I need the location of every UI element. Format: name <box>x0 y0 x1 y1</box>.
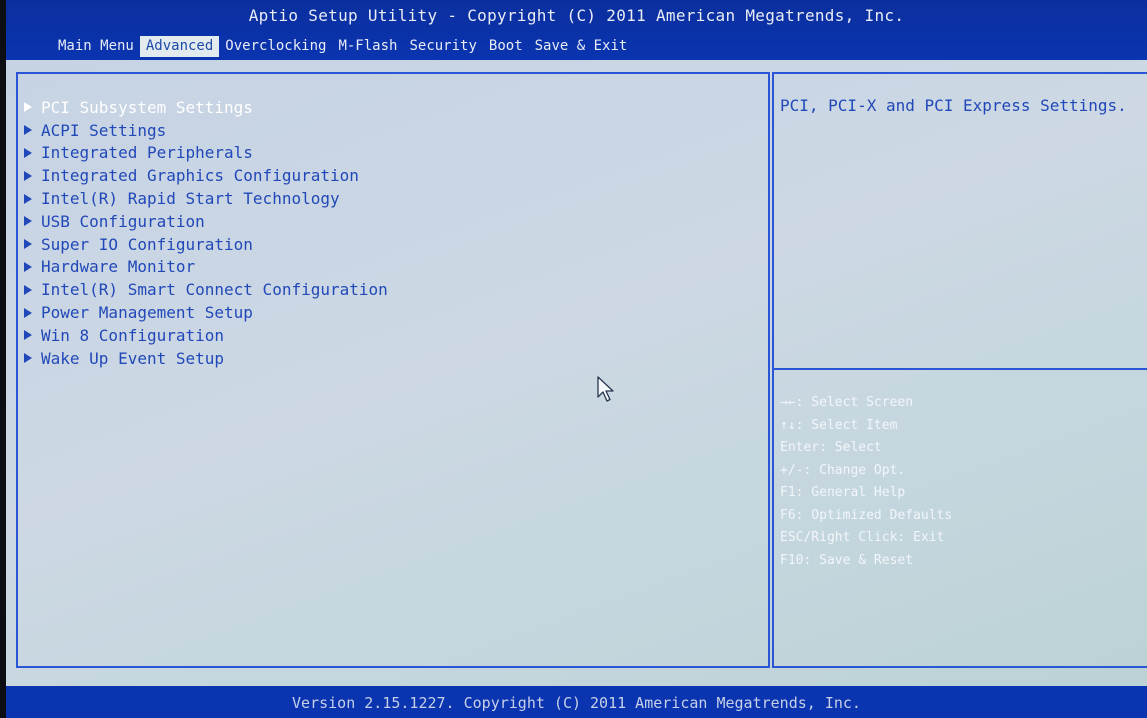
submenu-arrow-icon <box>24 147 32 158</box>
tab-m-flash[interactable]: M-Flash <box>332 36 403 57</box>
submenu-arrow-icon <box>24 125 32 136</box>
key-hint-save-reset: F10: Save & Reset <box>780 552 914 568</box>
menu-item-usb-configuration[interactable]: USB Configuration <box>24 210 388 233</box>
submenu-arrow-icon <box>24 216 32 227</box>
help-divider <box>774 368 1147 370</box>
submenu-arrow-icon <box>24 193 32 204</box>
key-hint-select-item: ↑↓: Select Item <box>780 417 898 433</box>
menu-item-rapid-start[interactable]: Intel(R) Rapid Start Technology <box>24 187 388 210</box>
menu-item-win8-configuration[interactable]: Win 8 Configuration <box>24 324 388 347</box>
tab-advanced[interactable]: Advanced <box>139 36 220 57</box>
mouse-pointer-icon <box>597 376 614 402</box>
tab-main-menu[interactable]: Main Menu <box>52 36 140 57</box>
menu-item-label: Wake Up Event Setup <box>41 348 225 368</box>
submenu-arrow-icon <box>24 353 32 364</box>
bios-screen: Aptio Setup Utility - Copyright (C) 2011… <box>0 0 1147 718</box>
menu-item-label: Intel(R) Rapid Start Technology <box>41 189 340 209</box>
menu-item-integrated-graphics[interactable]: Integrated Graphics Configuration <box>24 164 388 187</box>
footer-bar: Version 2.15.1227. Copyright (C) 2011 Am… <box>6 686 1147 718</box>
key-hint-optimized-defaults: F6: Optimized Defaults <box>780 507 953 523</box>
submenu-arrow-icon <box>24 170 32 181</box>
menu-item-label: Power Management Setup <box>41 303 253 323</box>
menu-item-super-io[interactable]: Super IO Configuration <box>24 233 388 256</box>
menu-item-label: Super IO Configuration <box>41 234 253 254</box>
menu-item-integrated-peripherals[interactable]: Integrated Peripherals <box>24 142 388 165</box>
main-area: PCI Subsystem Settings ACPI Settings Int… <box>6 60 1147 686</box>
key-hint-select-screen: →←: Select Screen <box>780 395 914 410</box>
item-help-text: PCI, PCI-X and PCI Express Settings. <box>780 96 1127 115</box>
key-hint-exit: ESC/Right Click: Exit <box>780 530 945 545</box>
menu-item-label: Win 8 Configuration <box>41 325 225 345</box>
tab-bar: Main Menu Advanced Overclocking M-Flash … <box>52 36 633 57</box>
help-panel: PCI, PCI-X and PCI Express Settings. →←:… <box>772 72 1147 668</box>
submenu-arrow-icon <box>24 102 32 113</box>
key-hint-general-help: F1: General Help <box>780 485 906 500</box>
tab-boot[interactable]: Boot <box>483 36 529 57</box>
key-hint-enter: Enter: Select <box>780 440 882 455</box>
tab-overclocking[interactable]: Overclocking <box>219 36 332 57</box>
header-bar: Aptio Setup Utility - Copyright (C) 2011… <box>6 0 1147 60</box>
version-text: Version 2.15.1227. Copyright (C) 2011 Am… <box>292 694 861 712</box>
utility-title: Aptio Setup Utility - Copyright (C) 2011… <box>248 6 905 25</box>
tab-save-exit[interactable]: Save & Exit <box>529 36 634 57</box>
tab-security[interactable]: Security <box>403 36 482 57</box>
menu-item-acpi-settings[interactable]: ACPI Settings <box>24 119 388 142</box>
menu-item-label: Integrated Peripherals <box>41 143 253 163</box>
submenu-arrow-icon <box>24 239 32 250</box>
menu-item-smart-connect[interactable]: Intel(R) Smart Connect Configuration <box>24 278 388 301</box>
menu-item-hardware-monitor[interactable]: Hardware Monitor <box>24 256 388 279</box>
key-hint-change-opt: +/-: Change Opt. <box>780 462 906 478</box>
submenu-arrow-icon <box>24 261 32 272</box>
menu-item-label: ACPI Settings <box>41 120 167 140</box>
menu-item-pci-subsystem-settings[interactable]: PCI Subsystem Settings <box>24 96 388 119</box>
submenu-arrow-icon <box>24 307 32 318</box>
key-legend: →←: Select Screen ↑↓: Select Item Enter:… <box>780 392 952 572</box>
menu-item-wake-up-event[interactable]: Wake Up Event Setup <box>24 347 388 370</box>
menu-item-power-management[interactable]: Power Management Setup <box>24 301 388 324</box>
menu-item-label: Hardware Monitor <box>41 257 196 277</box>
submenu-arrow-icon <box>24 284 32 295</box>
menu-item-label: PCI Subsystem Settings <box>41 97 253 117</box>
advanced-menu-list: PCI Subsystem Settings ACPI Settings Int… <box>24 96 388 370</box>
menu-item-label: Integrated Graphics Configuration <box>41 166 359 186</box>
menu-item-label: USB Configuration <box>41 211 205 231</box>
menu-panel: PCI Subsystem Settings ACPI Settings Int… <box>16 72 770 668</box>
menu-item-label: Intel(R) Smart Connect Configuration <box>41 280 388 300</box>
submenu-arrow-icon <box>24 330 32 341</box>
